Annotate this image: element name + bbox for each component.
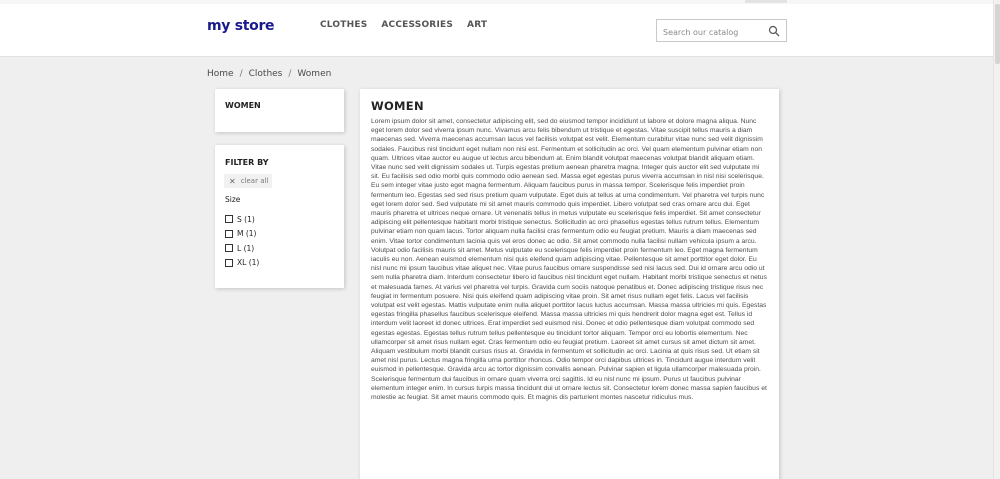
scrollbar-thumb[interactable] <box>995 4 1000 64</box>
checkbox[interactable] <box>225 258 233 267</box>
breadcrumb-home[interactable]: Home <box>207 69 234 79</box>
category-content: WOMEN Lorem ipsum dolor sit amet, consec… <box>360 89 779 479</box>
category-tree-title[interactable]: WOMEN <box>225 101 261 110</box>
facet-label: XL (1) <box>237 258 260 268</box>
facet-item-l[interactable]: L (1) <box>225 241 259 256</box>
facet-label: S (1) <box>237 214 255 224</box>
checkbox[interactable] <box>225 244 233 253</box>
category-description: Lorem ipsum dolor sit amet, consectetur … <box>371 118 767 402</box>
facet-item-xl[interactable]: XL (1) <box>225 256 259 271</box>
breadcrumb-separator: / <box>288 69 292 79</box>
filter-title: FILTER BY <box>225 158 269 167</box>
facet-label: M (1) <box>237 229 257 239</box>
facet-item-m[interactable]: M (1) <box>225 227 259 242</box>
page-scrollbar[interactable] <box>993 0 1000 479</box>
category-tree-block: WOMEN <box>215 89 344 132</box>
category-title: WOMEN <box>371 99 424 113</box>
breadcrumb-women: Women <box>297 69 332 79</box>
menu-item-clothes[interactable]: CLOTHES <box>320 20 367 30</box>
close-icon: ✕ <box>229 176 236 186</box>
site-header: my store CLOTHES ACCESSORIES ART <box>0 4 993 57</box>
breadcrumb-clothes[interactable]: Clothes <box>249 69 283 79</box>
main-menu: CLOTHES ACCESSORIES ART <box>320 20 501 30</box>
menu-item-art[interactable]: ART <box>467 20 487 30</box>
size-facet-list: S (1) M (1) L (1) XL (1) <box>225 212 259 270</box>
top-strip-tab <box>745 0 787 3</box>
logo-my: my <box>207 18 231 34</box>
facet-label: L (1) <box>237 243 255 253</box>
checkbox[interactable] <box>225 215 233 224</box>
search-icon[interactable] <box>768 25 780 37</box>
search-input[interactable] <box>657 22 761 43</box>
menu-item-accessories[interactable]: ACCESSORIES <box>381 20 453 30</box>
clear-all-label: clear all <box>240 177 269 185</box>
store-logo[interactable]: my store <box>207 18 275 34</box>
logo-store: store <box>234 18 275 34</box>
breadcrumb: Home / Clothes / Women <box>207 69 331 79</box>
search-box <box>656 19 787 43</box>
facet-item-s[interactable]: S (1) <box>225 212 259 227</box>
clear-all-button[interactable]: ✕ clear all <box>224 174 272 188</box>
size-facet-title: Size <box>225 195 241 204</box>
checkbox[interactable] <box>225 229 233 238</box>
breadcrumb-separator: / <box>239 69 243 79</box>
